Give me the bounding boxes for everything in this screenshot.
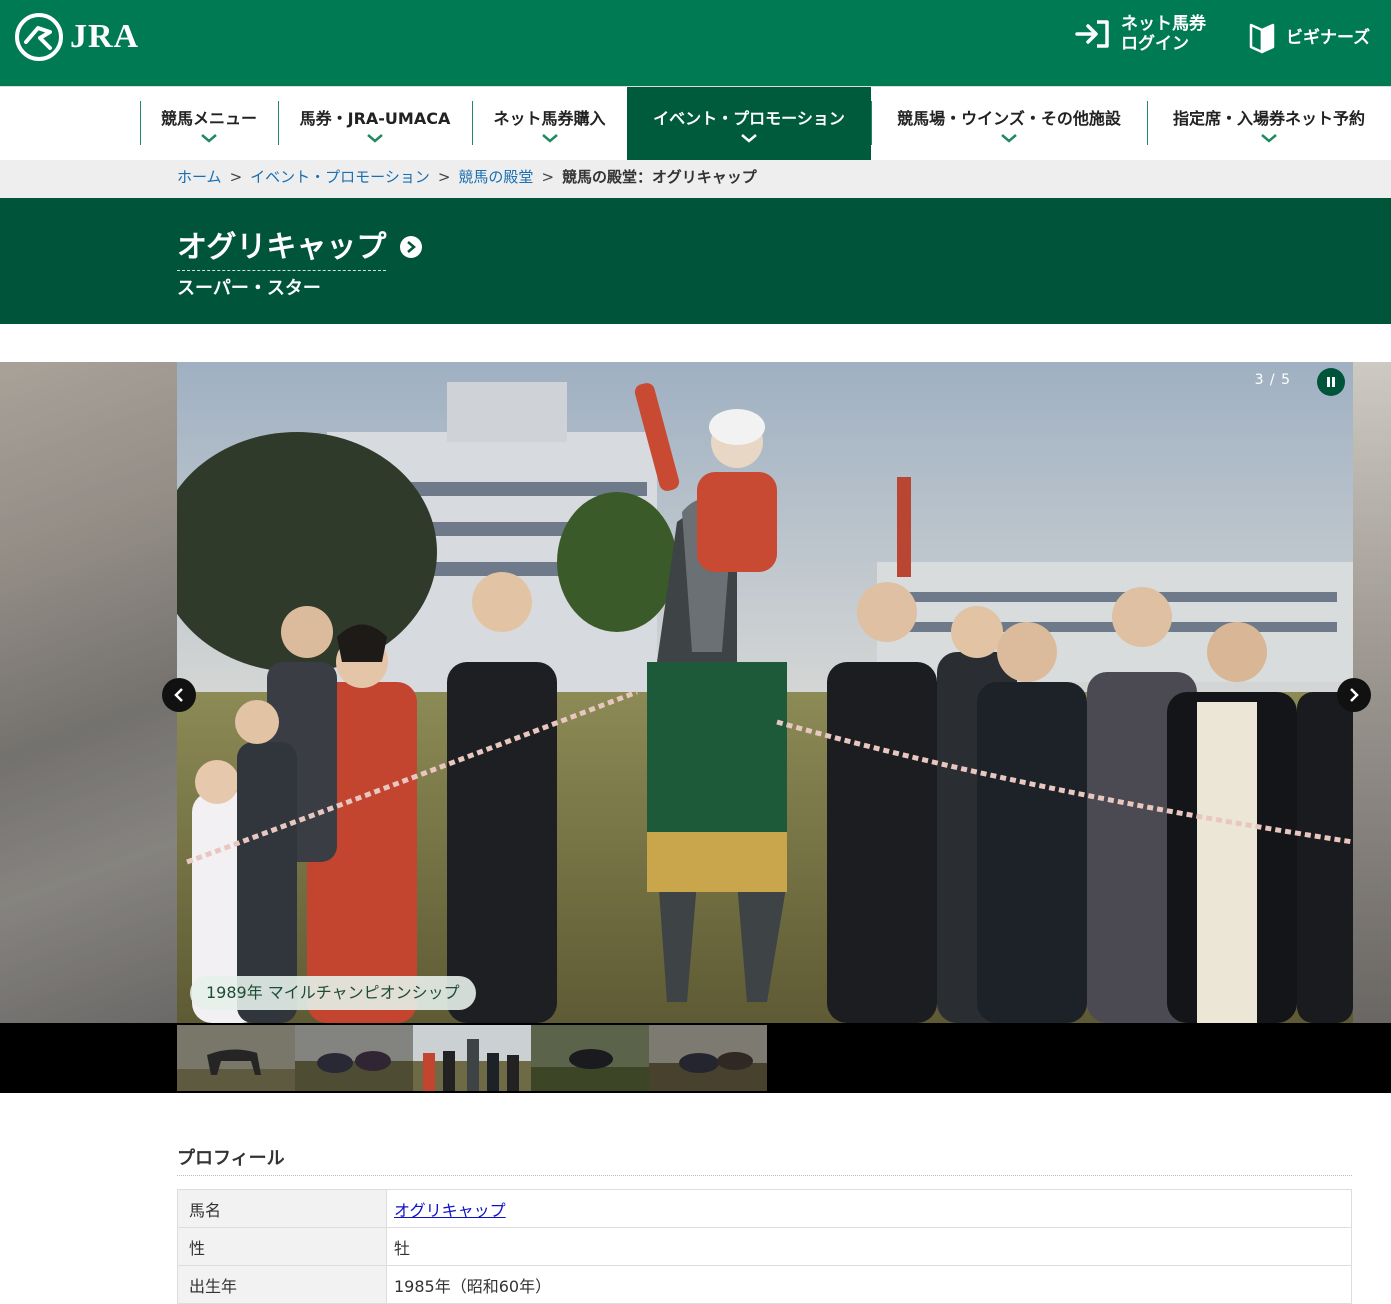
profile-key: 馬名: [177, 1189, 387, 1228]
previous-slide-preview: [0, 362, 177, 1023]
chevron-down-icon: [1001, 134, 1017, 143]
nav-label: ネット馬券購入: [493, 109, 606, 128]
profile-value: 牡: [386, 1227, 1352, 1266]
thumbnail-4[interactable]: [531, 1025, 649, 1091]
breadcrumb: ホーム > イベント・プロモーション > 競馬の殿堂 > 競馬の殿堂：オグリキャ…: [0, 160, 1391, 198]
chevron-down-icon: [1261, 134, 1277, 143]
login-label-line2: ログイン: [1121, 34, 1189, 54]
chevron-left-icon: [174, 688, 183, 702]
nav-keiba-menu[interactable]: 競馬メニュー: [140, 87, 278, 161]
nav-label: 指定席・入場券ネット予約: [1172, 109, 1365, 128]
nav-reserved-seats[interactable]: 指定席・入場券ネット予約: [1147, 87, 1391, 161]
header-bar: JRA ネット馬券 ログイン ビギナーズ: [0, 0, 1391, 92]
slider-next-button[interactable]: [1337, 678, 1371, 712]
breadcrumb-separator: >: [541, 167, 555, 186]
nav-facilities[interactable]: 競馬場・ウインズ・その他施設: [871, 87, 1147, 161]
jra-logo-icon: [15, 13, 63, 61]
chevron-down-icon: [741, 134, 757, 143]
chevron-down-icon: [541, 134, 558, 143]
table-row: 出生年 1985年（昭和60年）: [177, 1265, 1352, 1304]
nav-divider: [278, 101, 279, 145]
nav-label: 競馬メニュー: [160, 109, 257, 128]
nav-label: 馬券・JRA-UMACA: [299, 109, 451, 128]
breadcrumb-current: 競馬の殿堂：オグリキャップ: [562, 168, 757, 186]
slider-prev-button[interactable]: [162, 678, 196, 712]
slide-counter: 3 / 5: [1254, 372, 1291, 388]
thumbnail-3[interactable]: [413, 1025, 531, 1091]
profile-table: 馬名 オグリキャップ 性 牡 出生年 1985年（昭和60年）: [177, 1189, 1352, 1304]
nav-label: 競馬場・ウインズ・その他施設: [897, 109, 1121, 128]
profile-key: 出生年: [177, 1265, 387, 1304]
logo-text: JRA: [70, 18, 140, 55]
breadcrumb-home[interactable]: ホーム: [177, 166, 222, 187]
thumbnail-1[interactable]: [177, 1025, 295, 1091]
horse-name-link[interactable]: オグリキャップ: [394, 1201, 506, 1220]
profile-heading: プロフィール: [177, 1148, 285, 1169]
profile-key: 性: [177, 1227, 387, 1266]
slide-caption: 1989年 マイルチャンピオンシップ: [190, 976, 476, 1010]
profile-value: オグリキャップ: [386, 1189, 1352, 1228]
nav-baken-umaca[interactable]: 馬券・JRA-UMACA: [278, 87, 472, 161]
profile-divider: [177, 1175, 1352, 1176]
pause-icon: [1327, 377, 1335, 387]
horse-title-link[interactable]: オグリキャップ: [177, 222, 423, 271]
chevron-down-icon: [367, 134, 383, 143]
thumbnail-2[interactable]: [295, 1025, 413, 1091]
nav-net-baken-purchase[interactable]: ネット馬券購入: [472, 87, 627, 161]
beginners-label: ビギナーズ: [1286, 28, 1371, 48]
table-row: 馬名 オグリキャップ: [177, 1189, 1352, 1228]
photo-slider: 3 / 5 1989年 マイルチャンピオンシップ: [0, 362, 1391, 1023]
breadcrumb-hall-of-fame[interactable]: 競馬の殿堂: [458, 166, 533, 187]
slide-image: 3 / 5 1989年 マイルチャンピオンシップ: [177, 362, 1353, 1023]
net-baken-login-link[interactable]: ネット馬券 ログイン: [1075, 14, 1206, 54]
beginners-link[interactable]: ビギナーズ: [1248, 22, 1370, 54]
beginner-mark-icon: [1249, 23, 1275, 54]
thumbnail-5[interactable]: [649, 1025, 767, 1091]
chevron-right-circle-icon: [400, 235, 423, 258]
login-label-line1: ネット馬券: [1121, 14, 1206, 34]
page-title: オグリキャップ: [177, 222, 387, 271]
breadcrumb-event-promotion[interactable]: イベント・プロモーション: [250, 166, 430, 187]
chevron-right-icon: [1350, 688, 1359, 702]
title-band: オグリキャップ スーパー・スター: [0, 198, 1391, 324]
page-subtitle: スーパー・スター: [177, 278, 321, 299]
jra-logo[interactable]: JRA: [14, 12, 139, 62]
nav-label: イベント・プロモーション: [653, 109, 845, 128]
profile-value: 1985年（昭和60年）: [386, 1265, 1352, 1304]
pause-button[interactable]: [1317, 368, 1345, 396]
breadcrumb-separator: >: [437, 167, 451, 186]
winners-circle-photo: [177, 362, 1353, 1023]
nav-event-promotion[interactable]: イベント・プロモーション: [627, 87, 871, 161]
breadcrumb-separator: >: [229, 167, 243, 186]
global-nav: 競馬メニュー 馬券・JRA-UMACA ネット馬券購入 イベント・プロモーション…: [0, 86, 1391, 161]
nav-divider: [140, 101, 141, 145]
table-row: 性 牡: [177, 1227, 1352, 1266]
nav-divider: [1147, 101, 1148, 145]
nav-divider: [871, 101, 872, 145]
nav-divider: [472, 101, 473, 145]
chevron-down-icon: [201, 134, 217, 143]
login-icon: [1075, 20, 1109, 48]
thumbnail-strip: [0, 1023, 1391, 1093]
